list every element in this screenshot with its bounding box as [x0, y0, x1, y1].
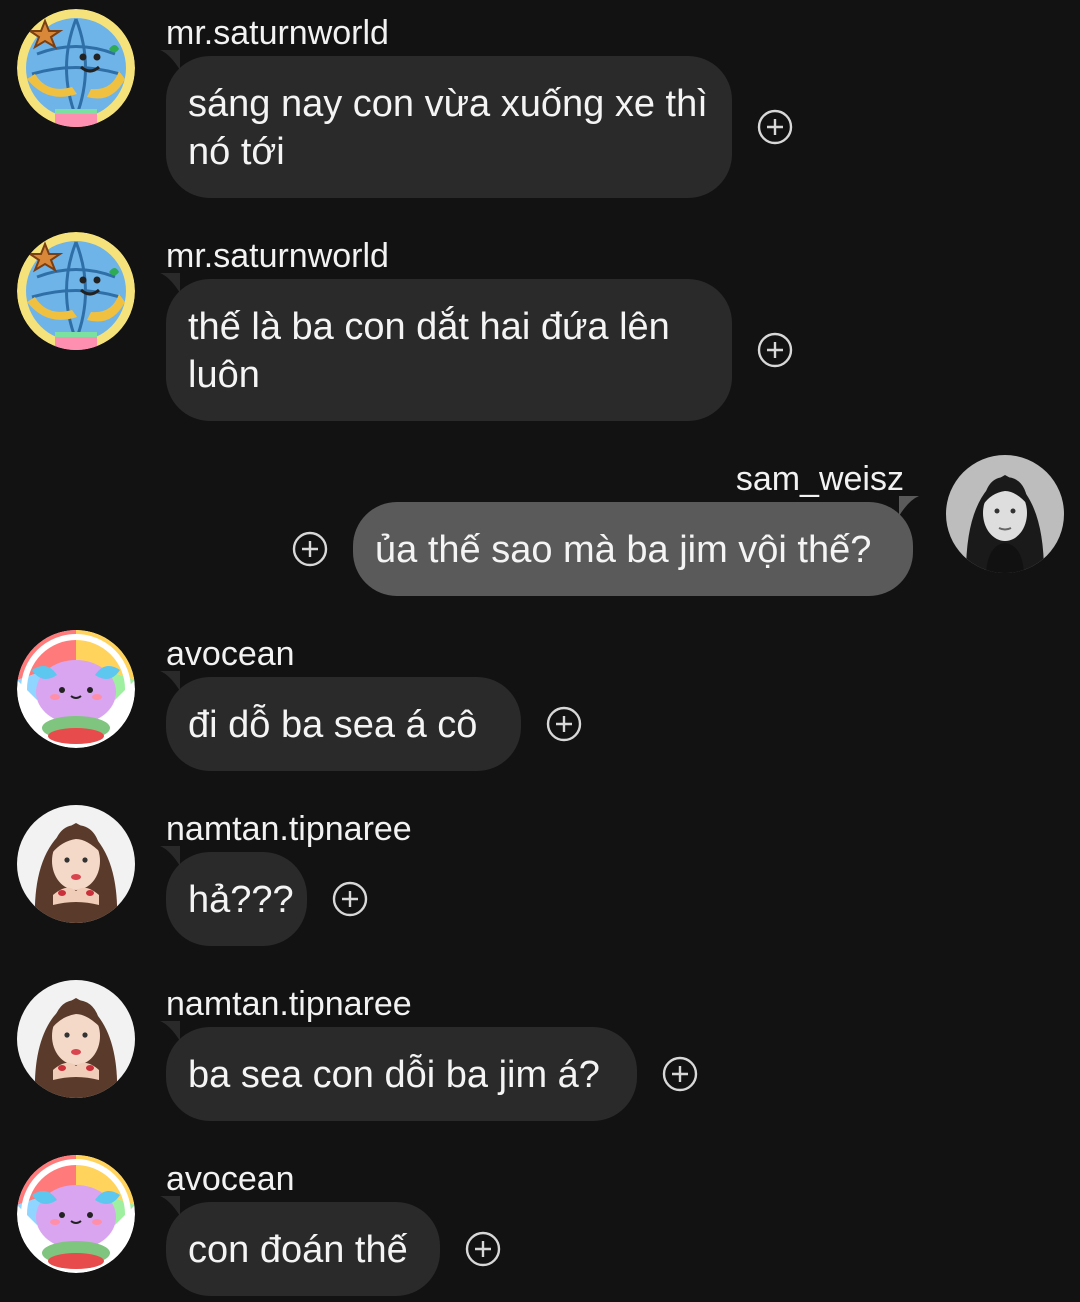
message-text: thế là ba con dắt hai đứa lên luôn [188, 306, 670, 396]
avatar[interactable] [17, 630, 135, 748]
message-bubble[interactable]: hả??? [160, 846, 307, 946]
bubble-tail [160, 1021, 180, 1041]
username[interactable]: avocean [166, 634, 295, 674]
avatar[interactable] [17, 9, 135, 127]
add-reaction-button[interactable] [546, 706, 582, 742]
message-text: đi dỗ ba sea á cô [188, 704, 478, 746]
add-reaction-icon [292, 531, 328, 567]
globe-cartoon-icon [17, 232, 135, 350]
message-text: hả??? [188, 879, 294, 921]
avatar[interactable] [17, 1155, 135, 1273]
add-reaction-button[interactable] [292, 531, 328, 567]
username[interactable]: namtan.tipnaree [166, 809, 412, 849]
add-reaction-icon [332, 881, 368, 917]
add-reaction-button[interactable] [662, 1056, 698, 1092]
message-bubble[interactable]: đi dỗ ba sea á cô [160, 671, 521, 771]
username[interactable]: sam_weisz [736, 459, 904, 499]
add-reaction-icon [662, 1056, 698, 1092]
axolotl-cartoon-icon [17, 1155, 135, 1273]
bubble-tail [160, 273, 180, 293]
bubble-tail [160, 1196, 180, 1216]
message-text: con đoán thế [188, 1229, 408, 1271]
message-text: ủa thế sao mà ba jim vội thế? [375, 529, 872, 571]
message-text: ba sea con dỗi ba jim á? [188, 1054, 600, 1096]
bubble-tail [899, 496, 919, 516]
bubble-tail [160, 846, 180, 866]
add-reaction-icon [465, 1231, 501, 1267]
message-bubble[interactable]: sáng nay con vừa xuống xe thì nó tới [160, 50, 732, 198]
woman-portrait-icon [946, 455, 1064, 573]
add-reaction-button[interactable] [757, 109, 793, 145]
message-bubble[interactable]: ba sea con dỗi ba jim á? [160, 1021, 637, 1121]
add-reaction-button[interactable] [465, 1231, 501, 1267]
add-reaction-icon [757, 109, 793, 145]
avatar[interactable] [17, 232, 135, 350]
username[interactable]: mr.saturnworld [166, 236, 389, 276]
message-text: sáng nay con vừa xuống xe thì nó tới [188, 83, 708, 173]
add-reaction-button[interactable] [757, 332, 793, 368]
add-reaction-icon [757, 332, 793, 368]
message-bubble[interactable]: thế là ba con dắt hai đứa lên luôn [160, 273, 732, 421]
avatar[interactable] [17, 980, 135, 1098]
bubble-tail [160, 671, 180, 691]
woman-portrait-icon [17, 980, 135, 1098]
avatar[interactable] [946, 455, 1064, 573]
woman-portrait-icon [17, 805, 135, 923]
globe-cartoon-icon [17, 9, 135, 127]
avatar[interactable] [17, 805, 135, 923]
bubble-tail [160, 50, 180, 70]
axolotl-cartoon-icon [17, 630, 135, 748]
username[interactable]: avocean [166, 1159, 295, 1199]
username[interactable]: mr.saturnworld [166, 13, 389, 53]
add-reaction-button[interactable] [332, 881, 368, 917]
message-bubble[interactable]: ủa thế sao mà ba jim vội thế? [353, 496, 919, 596]
username[interactable]: namtan.tipnaree [166, 984, 412, 1024]
add-reaction-icon [546, 706, 582, 742]
message-bubble[interactable]: con đoán thế [160, 1196, 440, 1296]
